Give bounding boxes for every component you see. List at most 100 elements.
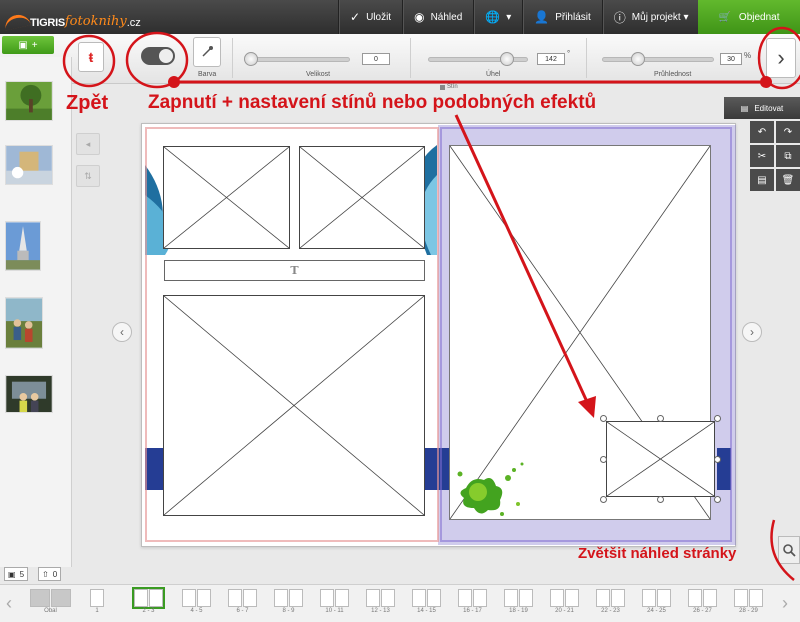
resize-handle[interactable] xyxy=(600,415,607,422)
photo-thumbnail[interactable] xyxy=(5,145,53,185)
logo-text-a: TIGRIS xyxy=(30,17,65,29)
cut-button[interactable]: ✂ xyxy=(750,145,774,167)
photo-placeholder[interactable] xyxy=(299,146,425,249)
photo-thumbnail[interactable] xyxy=(5,375,53,413)
angle-unit: ° xyxy=(567,49,571,58)
page-thumbnail[interactable]: 20 - 21 xyxy=(550,589,579,614)
magnifier-icon xyxy=(783,544,796,557)
prev-page-button[interactable]: ‹ xyxy=(112,322,132,342)
chevron-right-icon: › xyxy=(777,45,785,70)
resize-handle[interactable] xyxy=(714,456,721,463)
page-thumbnail[interactable]: Obal xyxy=(30,589,71,614)
page-thumbnail[interactable]: 12 - 13 xyxy=(366,589,395,614)
redo-icon: ↷ xyxy=(783,126,793,138)
opacity-value[interactable]: 30 xyxy=(720,53,742,65)
page-thumbnail[interactable]: 2 - 3 xyxy=(132,587,165,614)
language-dropdown[interactable]: 🌐 ▾ xyxy=(473,0,522,34)
color-picker-button[interactable] xyxy=(193,37,221,67)
photo-placeholder[interactable] xyxy=(163,146,290,249)
next-tools-button[interactable]: › xyxy=(766,38,796,78)
paste-button[interactable]: ▤ xyxy=(750,169,774,191)
edit-panel: ▤ Editovat ↶ ↷ ✂ ⧉ ▤ 🗑 xyxy=(724,97,800,197)
page-thumbnail[interactable]: 22 - 23 xyxy=(596,589,625,614)
zoom-button[interactable] xyxy=(778,536,800,564)
size-slider-track[interactable] xyxy=(246,57,350,62)
undo-button[interactable]: ↶ xyxy=(750,121,774,143)
order-button[interactable]: 🛒 Objednat xyxy=(698,0,800,34)
page-mini xyxy=(90,589,104,607)
toggle-knob xyxy=(159,49,173,63)
photo-placeholder[interactable] xyxy=(163,295,425,516)
copy-button[interactable]: ⧉ xyxy=(776,145,800,167)
resize-handle[interactable] xyxy=(600,456,607,463)
page-thumbnail[interactable]: 10 - 11 xyxy=(320,589,349,614)
info-icon: ⓘ xyxy=(613,10,626,25)
logo[interactable]: TIGRIS fotoknihy .cz xyxy=(4,5,141,29)
sort-button[interactable]: ⇅ xyxy=(76,165,100,187)
angle-value[interactable]: 142 xyxy=(537,53,565,65)
eyedropper-icon xyxy=(202,46,213,57)
delete-button[interactable]: 🗑 xyxy=(776,169,800,191)
page-thumbnail-pages xyxy=(366,589,395,607)
angle-slider-knob[interactable] xyxy=(499,52,514,66)
page-mini xyxy=(412,589,426,607)
page-thumbnail[interactable]: 26 - 27 xyxy=(688,589,717,614)
resize-handle[interactable] xyxy=(714,496,721,503)
login-button[interactable]: 👤 Přihlásit xyxy=(522,0,602,34)
edit-title: Editovat xyxy=(754,103,784,113)
page-mini xyxy=(657,589,671,607)
photo-placeholder[interactable] xyxy=(606,421,715,497)
photo-thumbnail[interactable] xyxy=(5,221,41,271)
top-bar: TIGRIS fotoknihy .cz ✓ Uložit ◉ Náhled 🌐… xyxy=(0,0,800,34)
resize-handle[interactable] xyxy=(657,415,664,422)
photo-thumbnail[interactable] xyxy=(5,81,53,121)
collapse-panel-button[interactable]: ◂ xyxy=(76,133,100,155)
save-button[interactable]: ✓ Uložit xyxy=(338,0,402,34)
my-project-label: Můj projekt ▾ xyxy=(631,11,689,23)
my-project-dropdown[interactable]: ⓘ Můj projekt ▾ xyxy=(601,0,700,34)
opacity-slider-track[interactable] xyxy=(602,57,714,62)
page-thumbnail[interactable]: 18 - 19 xyxy=(504,589,533,614)
page-thumbnail[interactable]: 28 - 29 xyxy=(734,589,763,614)
image-icon: ▣ xyxy=(18,39,28,51)
selected-photo-placeholder[interactable] xyxy=(600,415,721,503)
resize-handle[interactable] xyxy=(657,496,664,503)
photo-panel xyxy=(0,57,72,567)
add-photo-label: + xyxy=(31,39,38,51)
shadow-toggle-switch[interactable] xyxy=(141,47,175,65)
undo-icon: ↶ xyxy=(757,126,767,138)
chevron-right-icon[interactable]: › xyxy=(782,593,788,614)
text-tool-icon: T xyxy=(290,264,299,277)
photo-thumbnail[interactable] xyxy=(5,297,43,349)
preview-button[interactable]: ◉ Náhled xyxy=(402,0,473,34)
page-thumbnail-label: 6 - 7 xyxy=(236,608,249,614)
resize-handle[interactable] xyxy=(600,496,607,503)
edit-panel-header[interactable]: ▤ Editovat xyxy=(724,97,800,119)
page-mini xyxy=(366,589,380,607)
back-button[interactable]: ŧ xyxy=(78,42,104,72)
text-placeholder[interactable]: T xyxy=(164,260,425,281)
page-thumbnail[interactable]: 16 - 17 xyxy=(458,589,487,614)
page-thumbnail[interactable]: 4 - 5 xyxy=(182,589,211,614)
shadow-checkbox[interactable]: Stín xyxy=(440,84,458,90)
cart-icon: 🛒 xyxy=(718,11,731,23)
save-label: Uložit xyxy=(366,11,392,23)
resize-handle[interactable] xyxy=(714,415,721,422)
page-thumbnail-pages xyxy=(734,589,763,607)
page-thumbnail[interactable]: 6 - 7 xyxy=(228,589,257,614)
size-value[interactable]: 0 xyxy=(362,53,390,65)
add-photo-button[interactable]: ▣ + xyxy=(2,36,54,54)
page-thumbnail[interactable]: 1 xyxy=(90,589,104,614)
page-thumbnail[interactable]: 14 - 15 xyxy=(412,589,441,614)
redo-button[interactable]: ↷ xyxy=(776,121,800,143)
page-thumbnail[interactable]: 24 - 25 xyxy=(642,589,671,614)
page-thumbnail-label: 26 - 27 xyxy=(693,608,712,614)
chevron-left-icon[interactable]: ‹ xyxy=(6,593,12,614)
next-page-button[interactable]: › xyxy=(742,322,762,342)
page-mini xyxy=(504,589,518,607)
page-thumbnail[interactable]: 8 - 9 xyxy=(274,589,303,614)
opacity-slider-knob[interactable] xyxy=(630,52,645,66)
divider xyxy=(586,38,587,78)
size-slider-knob[interactable] xyxy=(244,52,258,66)
page-thumbnail-pages xyxy=(30,589,71,607)
